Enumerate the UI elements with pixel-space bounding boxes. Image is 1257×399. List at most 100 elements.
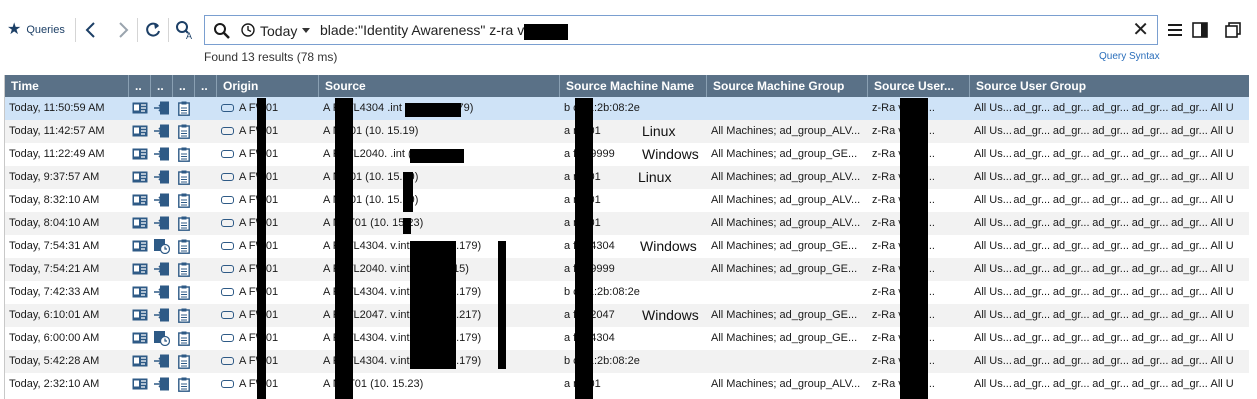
cell-log-icon: [173, 350, 195, 373]
cell-login-icon: [151, 235, 173, 258]
cell-time: Today, 8:32:10 AM: [9, 193, 100, 206]
cell-log-icon: [173, 97, 195, 120]
table-row[interactable]: Today, 2:32:10 AM A FW01 A NET01 (10. 15.2…: [5, 373, 1249, 396]
cell-source-user-group: All Us... ad_gr... ad_gr... ad_gr... ad_gr..…: [970, 258, 1249, 281]
grid-header: Time .. .. .. .. Origin Source Source Ma…: [5, 75, 1249, 97]
panel-toggle-icon[interactable]: [1191, 21, 1209, 39]
queries-button[interactable]: ★ Queries: [7, 20, 65, 40]
cell-source-machine-group: All Machines; ad_group_GE...: [711, 239, 858, 252]
clipboard-icon: [178, 377, 190, 392]
column-header-source-machine-name[interactable]: Source Machine Name: [560, 75, 707, 97]
user-group-item: ad_gr...: [1052, 331, 1090, 344]
menu-icon[interactable]: [1166, 21, 1184, 39]
column-header-time[interactable]: Time: [5, 75, 129, 97]
cell-login-icon: [151, 373, 173, 396]
queries-label: Queries: [26, 24, 65, 36]
redaction: [524, 24, 568, 40]
cell-login-icon: [151, 327, 173, 350]
table-row[interactable]: Today, 6:00:00 AMA FW01A F-WL4304. v.int…: [5, 327, 1249, 350]
cell-card-icon: [129, 212, 151, 235]
cell-login-icon: [151, 281, 173, 304]
user-group-item: All Us...: [974, 147, 1012, 160]
forward-button[interactable]: [112, 18, 134, 42]
table-row[interactable]: Today, 11:42:57 AM A FW01 A NM01 (10. 15.1…: [5, 120, 1249, 143]
cell-source-user-group: All Us... ad_gr... ad_gr... ad_gr... ad_gr..…: [970, 373, 1249, 396]
grid-body: Today, 11:50:59 AMA FW01A F-WL4304 .int …: [5, 97, 1249, 396]
table-row[interactable]: Today, 8:32:10 AM A FW01 A NM01 (10. 15.19…: [5, 189, 1249, 212]
close-icon[interactable]: ✕: [1132, 20, 1149, 40]
user-group-item: ad_gr...: [1092, 308, 1129, 321]
query-syntax-link[interactable]: Query Syntax: [1099, 51, 1160, 62]
table-row[interactable]: Today, 8:04:10 AM A FW01 A NET01 (10. 15.2…: [5, 212, 1249, 235]
column-header-source-user-group[interactable]: Source User Group: [970, 75, 1249, 97]
search-options-icon: A: [176, 21, 192, 40]
search-input[interactable]: Today blade:"Identity Awareness" z-ra vo…: [204, 15, 1158, 45]
gateway-icon: [221, 379, 234, 388]
column-header-source[interactable]: Source: [319, 75, 560, 97]
user-group-item: ad_gr...: [1013, 377, 1051, 390]
user-group-item: ad_gr...: [1131, 308, 1169, 321]
user-group-item: ad_gr...: [1052, 216, 1090, 229]
clipboard-icon: [178, 331, 190, 346]
table-row[interactable]: Today, 6:10:01 AMA FW01A F-WL2047. v.int…: [5, 304, 1249, 327]
gateway-icon: [221, 264, 234, 273]
user-group-item: ad_gr...: [1171, 124, 1208, 137]
time-range-select[interactable]: Today: [260, 23, 297, 39]
chevron-down-icon[interactable]: [302, 28, 310, 33]
user-group-item: ad_gr...: [1131, 239, 1169, 252]
cell-source-user-group: All Us... ad_gr... ad_gr... ad_gr... ad_gr..…: [970, 304, 1249, 327]
column-header-icon-2[interactable]: ..: [151, 75, 173, 97]
cell-log-icon: [173, 166, 195, 189]
redaction: [900, 98, 928, 399]
user-group-item: ad_gr...: [1171, 308, 1208, 321]
login-icon: [154, 216, 169, 230]
cell-empty: [195, 97, 217, 120]
cell-origin: A FW01: [217, 189, 319, 212]
query-options-button[interactable]: A: [174, 18, 196, 42]
clipboard-icon: [178, 147, 190, 162]
export-icon[interactable]: [1224, 21, 1242, 39]
os-annotation: Windows: [640, 238, 697, 254]
table-row[interactable]: Today, 11:22:49 AMA FW01A F-WL2040. .int…: [5, 143, 1249, 166]
login-icon: [154, 285, 169, 299]
login-icon: [154, 308, 169, 322]
table-row[interactable]: Today, 5:42:28 AMA FW01A F-WL4304. v.int…: [5, 350, 1249, 373]
table-row[interactable]: Today, 7:54:31 AMA FW01A F-WL4304. v.int…: [5, 235, 1249, 258]
user-group-item: ad_gr...: [1052, 193, 1090, 206]
table-row[interactable]: Today, 7:54:21 AMA FW01A F-WL2040. v.int…: [5, 258, 1249, 281]
table-row[interactable]: Today, 9:37:57 AM A FW01 A NM01 (10. 15.19…: [5, 166, 1249, 189]
id-card-icon: [132, 286, 148, 298]
user-group-item: ad_gr...: [1131, 147, 1169, 160]
login-icon: [154, 354, 169, 368]
clipboard-icon: [178, 354, 190, 369]
login-icon: [154, 170, 169, 184]
back-button[interactable]: [80, 18, 102, 42]
column-header-icon-1[interactable]: ..: [129, 75, 151, 97]
cell-login-icon: [151, 189, 173, 212]
id-card-icon: [132, 332, 148, 344]
cell-origin: A FW01: [217, 327, 319, 350]
cell-log-icon: [173, 120, 195, 143]
clipboard-icon: [178, 285, 190, 300]
refresh-button[interactable]: [142, 18, 164, 42]
user-group-item: All U: [1210, 216, 1234, 229]
clipboard-icon: [178, 308, 190, 323]
column-header-origin[interactable]: Origin: [217, 75, 319, 97]
cell-log-icon: [173, 143, 195, 166]
cell-log-icon: [173, 373, 195, 396]
user-group-item: ad_gr...: [1171, 170, 1208, 183]
column-header-source-machine-group[interactable]: Source Machine Group: [707, 75, 868, 97]
table-row[interactable]: Today, 11:50:59 AMA FW01A F-WL4304 .int …: [5, 97, 1249, 120]
cell-source-user-group: All Us... ad_gr... ad_gr... ad_gr... ad_gr..…: [970, 327, 1249, 350]
column-header-icon-4[interactable]: ..: [195, 75, 217, 97]
user-group-item: All Us...: [974, 101, 1012, 114]
column-header-source-user[interactable]: Source User...: [868, 75, 970, 97]
cell-time: Today, 6:00:00 AM: [9, 331, 100, 344]
cell-origin: A FW01: [217, 258, 319, 281]
cell-source-machine-group: All Machines; ad_group_ALV...: [711, 377, 861, 390]
cell-log-icon: [173, 258, 195, 281]
id-card-icon: [132, 171, 148, 183]
column-header-icon-3[interactable]: ..: [173, 75, 195, 97]
cell-time: Today, 11:42:57 AM: [9, 124, 105, 137]
table-row[interactable]: Today, 7:42:33 AMA FW01A F-WL4304. v.int…: [5, 281, 1249, 304]
